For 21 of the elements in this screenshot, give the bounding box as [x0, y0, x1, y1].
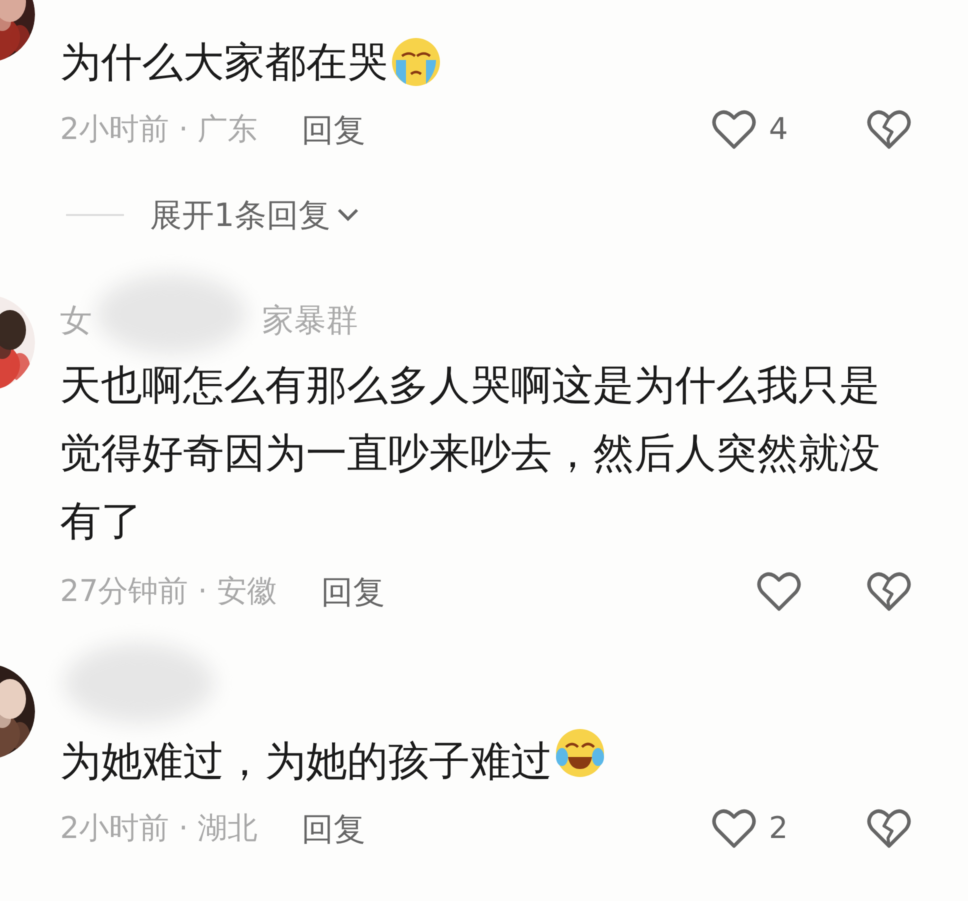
timestamp-location: 27分钟前 · 安徽: [60, 573, 277, 611]
broken-heart-icon[interactable]: [866, 109, 912, 151]
reply-button[interactable]: 回复: [302, 807, 366, 851]
reply-button[interactable]: 回复: [302, 108, 366, 152]
timestamp-location: 2小时前 · 广东: [60, 111, 258, 149]
expand-replies-button[interactable]: 展开1条回复: [150, 193, 360, 237]
reply-button[interactable]: 回复: [320, 570, 385, 614]
heart-icon[interactable]: [710, 109, 757, 151]
timestamp-location: 2小时前 · 湖北: [60, 810, 258, 848]
comment-text: 为什么大家都在哭: [60, 37, 388, 88]
broken-heart-icon[interactable]: [866, 571, 912, 613]
comment-text: 为她难过，为她的孩子难过: [60, 736, 552, 787]
heart-icon[interactable]: [756, 571, 802, 613]
username: 女: [60, 300, 92, 341]
username: 家暴群: [262, 300, 358, 341]
heart-icon[interactable]: [710, 808, 757, 850]
broken-heart-icon[interactable]: [866, 808, 912, 850]
like-count: 4: [768, 111, 788, 149]
chevron-down-icon: [336, 207, 360, 223]
like-count: 2: [768, 810, 788, 848]
comment-text: 天也啊怎么有那么多人哭啊这是为什么我只是觉得好奇因为一直吵来吵去，然后人突然就没有了: [60, 360, 881, 547]
